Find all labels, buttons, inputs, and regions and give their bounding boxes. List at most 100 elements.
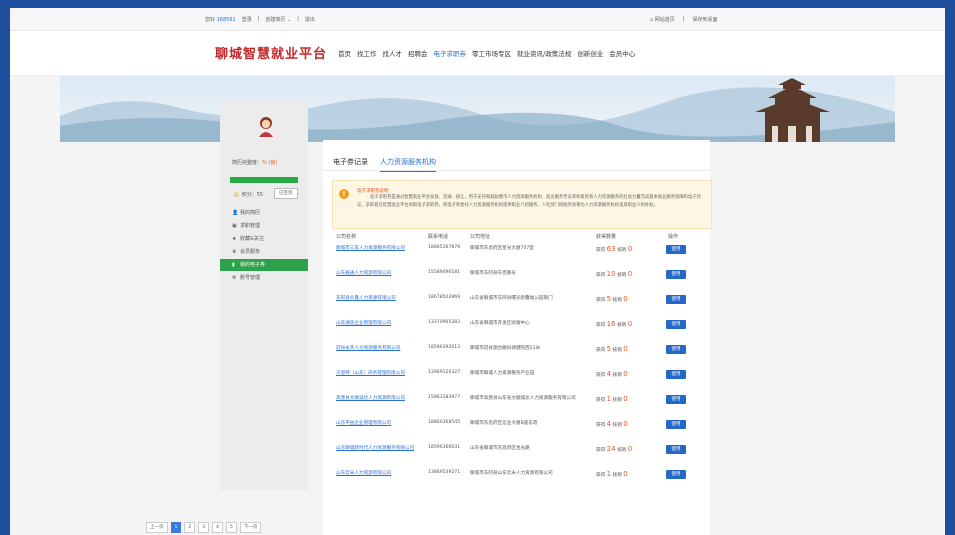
sidebar-item-label: 收藏&关注: [240, 236, 264, 242]
company-address: 山东省聊城市东昌府区星光路: [470, 446, 530, 451]
column-header: 公司名称: [336, 234, 357, 240]
company-name-link[interactable]: 山东云米人力资源有限公司: [336, 470, 426, 477]
verified-count: 0: [623, 295, 628, 303]
pagination: 上一页 1 2 3 4 5 下一页: [146, 522, 262, 533]
site-header: 聊城智慧就业平台 首页 找工作 找人才 招聘会 电子求职券 零工市场专区 就业资讯/政策法规…: [10, 31, 945, 76]
verified-count: 0: [627, 270, 633, 278]
company-address: 聊城市东阿县山东云米人力资源有限公司: [470, 471, 553, 476]
table-row: 东阿县众鑫人力资源有限公司 18678502969 山东省聊城市东阿县曙光街馨福公园…: [336, 295, 706, 320]
nav-item[interactable]: 电子求职券: [434, 48, 467, 58]
next-page-button[interactable]: 下一页: [239, 522, 262, 533]
logout-link[interactable]: 退出: [305, 16, 315, 23]
company-name-link[interactable]: 贝恩特（山东）商务管理有限公司: [336, 370, 426, 377]
use-button[interactable]: 使用: [666, 395, 686, 404]
company-name-link[interactable]: 山东聊城新时代人力资源服务有限公司: [336, 445, 426, 452]
nav-item[interactable]: 首页: [338, 48, 351, 58]
verified-label: 核销: [612, 398, 622, 403]
company-name-link[interactable]: 东阿县众鑫人力资源有限公司: [336, 295, 426, 302]
table-row: 贝恩特（山东）商务管理有限公司 13969120327 聊城市聊城人力资源服务产业园…: [336, 370, 706, 395]
briefcase-icon: ▣: [232, 223, 237, 229]
create-resume-dropdown[interactable]: 创建简历 ⌄: [265, 16, 291, 23]
table-row: 山东雇通人力资源有限公司 15589496181 聊城市东阿县东佳路号 获得 10 核…: [336, 270, 706, 295]
browser-page: 您好 168561 登录 | 创建简历 ⌄ | 退出 ⌂ 网站首页 | 保存到桌…: [10, 8, 945, 535]
table-row: 山东云米人力资源有限公司 13869539271 聊城市东阿县山东云米人力资源有限公…: [336, 470, 706, 495]
sidebar-item[interactable]: ▣ 求职管理: [220, 220, 308, 232]
table-row: 聊城市三友人力资源服务有限公司 18865167876 聊城市东昌府区星光大厦707…: [336, 245, 706, 270]
column-header: 获得数量: [596, 234, 617, 240]
page-button[interactable]: 1: [170, 522, 182, 533]
use-button[interactable]: 使用: [666, 445, 686, 454]
ticket-icon: ▮: [232, 262, 235, 268]
got-label: 获得: [596, 448, 606, 453]
company-address: 山东省聊城市开发区财富中心: [470, 321, 530, 326]
voucher-count: 获得 63 核销 0: [596, 245, 632, 253]
sidebar-item[interactable]: 👤 我的简历: [220, 207, 308, 219]
home-link[interactable]: ⌂ 网站首页: [650, 16, 675, 23]
nav-item[interactable]: 招聘会: [408, 48, 428, 58]
company-address: 聊城市东阿县东佳路号: [470, 271, 516, 276]
company-name-link[interactable]: 高唐县文顺诚达人力资源有限公司: [336, 395, 426, 402]
verified-count: 0: [623, 345, 628, 353]
got-count: 4: [606, 420, 612, 428]
verified-label: 核销: [617, 448, 627, 453]
nav-item[interactable]: 零工市场专区: [472, 48, 511, 58]
company-phone: 18596392013: [428, 345, 461, 350]
sign-in-button[interactable]: 已签到: [274, 188, 298, 199]
company-name-link[interactable]: 山东平由企业管理有限公司: [336, 420, 426, 427]
got-label: 获得: [596, 423, 606, 428]
sidebar-item[interactable]: ⚙ 账号管理: [220, 272, 308, 284]
use-button[interactable]: 使用: [666, 295, 686, 304]
got-label: 获得: [596, 248, 606, 253]
got-count: 5: [606, 345, 612, 353]
save-desktop-link[interactable]: 保存到桌面: [692, 16, 717, 23]
crown-icon: ♛: [232, 249, 237, 255]
company-name-link[interactable]: 山东通浩企业管理有限公司: [336, 320, 426, 327]
sidebar-item[interactable]: ★ 收藏&关注: [220, 233, 308, 245]
company-name-link[interactable]: 山东雇通人力资源有限公司: [336, 270, 426, 277]
table-row: 高唐县文顺诚达人力资源有限公司 15863183977 聊城市高唐县山东省文顺诚达人…: [336, 395, 706, 420]
prev-page-button[interactable]: 上一页: [146, 522, 168, 533]
use-button[interactable]: 使用: [666, 245, 686, 254]
sidebar-item[interactable]: ▮ 我的电子券: [220, 259, 308, 271]
table-row: 山东平由企业管理有限公司 18860368545 聊城市东昌府区信业大厦B座东塔 获得…: [336, 420, 706, 445]
nav-item[interactable]: 找工作: [357, 48, 377, 58]
use-button[interactable]: 使用: [666, 320, 686, 329]
voucher-count: 获得 4 核销 0: [596, 420, 628, 428]
company-address: 聊城市聊城人力资源服务产业园: [470, 371, 535, 376]
use-button[interactable]: 使用: [666, 370, 686, 379]
main-content: 电子券记录 人力资源服务机构 ! 电子求职券说明 电子求职券是通过智慧就业平台发放…: [323, 140, 712, 535]
company-name-link[interactable]: 冠县永禾人力资源服务有限公司: [336, 345, 426, 352]
gear-icon: ⚙: [232, 275, 237, 281]
page-button[interactable]: 5: [226, 522, 237, 533]
page-button[interactable]: 4: [212, 522, 223, 533]
page-button[interactable]: 3: [198, 522, 210, 533]
verified-count: 0: [623, 395, 628, 403]
login-link[interactable]: 登录: [242, 16, 252, 23]
user-id-link[interactable]: 168561: [217, 17, 236, 23]
nav-item[interactable]: 会员中心: [609, 48, 635, 58]
nav-item[interactable]: 找人才: [383, 48, 403, 58]
use-button[interactable]: 使用: [666, 420, 686, 429]
nav-item[interactable]: 创新创业: [577, 48, 603, 58]
verified-count: 0: [627, 445, 633, 453]
use-button[interactable]: 使用: [666, 270, 686, 279]
sidebar-menu: 👤 我的简历 ▣ 求职管理 ★ 收藏&关注 ♛ 会员服务 ▮ 我的电子券 ⚙ 账号管理: [220, 207, 308, 285]
coin-icon: ▤: [234, 191, 239, 198]
divider: |: [297, 16, 299, 22]
use-button[interactable]: 使用: [666, 345, 686, 354]
agency-table: 聊城市三友人力资源服务有限公司 18865167876 聊城市东昌府区星光大厦707…: [336, 245, 706, 495]
got-label: 获得: [596, 373, 606, 378]
site-logo[interactable]: 聊城智慧就业平台: [215, 43, 327, 62]
table-row: 山东通浩企业管理有限公司 13370965383 山东省聊城市开发区财富中心 获得 1…: [336, 320, 706, 345]
sidebar-item[interactable]: ♛ 会员服务: [220, 246, 308, 258]
nav-item[interactable]: 就业资讯/政策法规: [517, 48, 571, 58]
resume-completeness: 简历完整度：% (良): [232, 160, 278, 166]
company-address: 山东省聊城市东阿县曙光街馨福公园南门: [470, 296, 553, 301]
page-button[interactable]: 2: [184, 522, 196, 533]
company-name-link[interactable]: 聊城市三友人力资源服务有限公司: [336, 245, 426, 252]
use-button[interactable]: 使用: [666, 470, 686, 479]
voucher-count: 获得 5 核销 0: [596, 345, 628, 353]
company-address: 聊城市冠县烟台路妇保健院西21米: [470, 346, 541, 351]
column-header: 联系电话: [428, 234, 449, 240]
voucher-count: 获得 4 核销 0: [596, 370, 628, 378]
